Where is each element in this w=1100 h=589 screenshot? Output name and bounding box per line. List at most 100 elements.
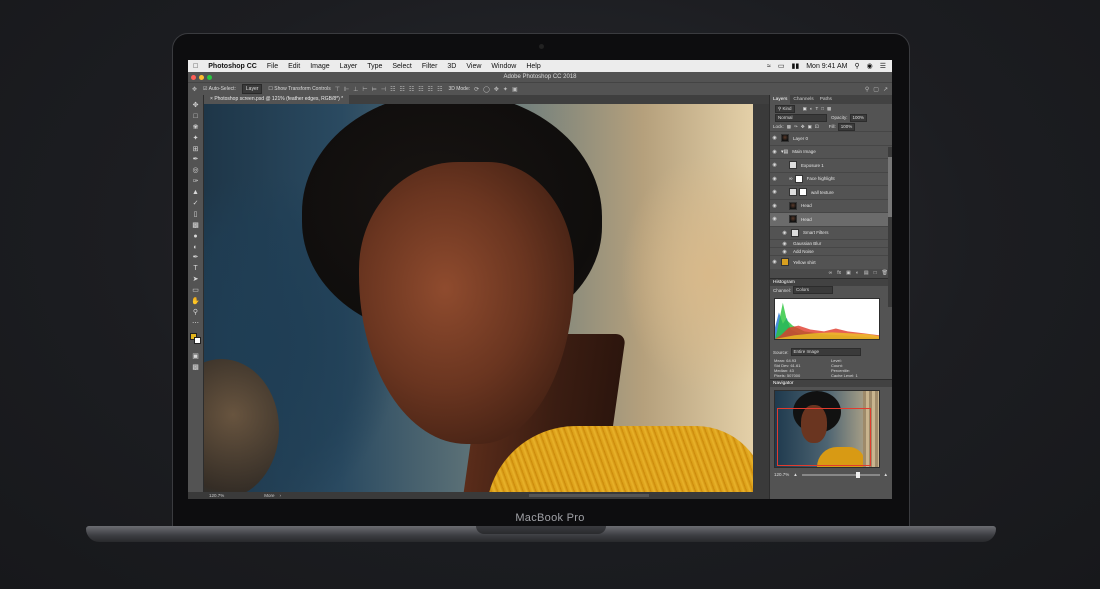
search-icon[interactable]: ⚲ <box>865 86 869 93</box>
type-tool-icon[interactable]: T <box>191 264 201 274</box>
lock-artboard-icon[interactable]: ▣ <box>808 124 812 130</box>
filter-type-icon[interactable]: T <box>816 106 819 111</box>
share-icon[interactable]: ↗ <box>883 86 888 93</box>
source-select[interactable]: Entire Image <box>790 348 861 356</box>
eye-icon[interactable]: ◉ <box>780 249 789 255</box>
layer-row[interactable]: ◉ wall texture <box>770 185 892 199</box>
opacity-input[interactable]: 100% <box>849 113 868 122</box>
blur-tool-icon[interactable]: ● <box>191 232 201 242</box>
blend-mode-select[interactable]: Normal <box>775 113 827 122</box>
lock-all-icon[interactable]: ⚀ <box>815 124 819 130</box>
gradient-tool-icon[interactable]: ▩ <box>191 221 201 231</box>
rectangle-tool-icon[interactable]: ▭ <box>191 286 201 296</box>
eye-icon[interactable]: ◉ <box>770 259 779 265</box>
zoom-out-icon[interactable]: ▲ <box>793 472 797 477</box>
history-brush-tool-icon[interactable]: ✓ <box>191 199 201 209</box>
background-color-swatch[interactable] <box>194 336 201 344</box>
layer-kind-filter[interactable]: ⚲ Kind <box>775 104 795 113</box>
workspace-icon[interactable]: ▢ <box>873 86 879 93</box>
menu-window[interactable]: Window <box>486 63 521 70</box>
screen-mode-icon[interactable]: ▩ <box>191 363 201 373</box>
distribute-middle-icon[interactable]: ☷ <box>400 86 405 93</box>
status-more[interactable]: More <box>264 493 274 498</box>
status-arrow-icon[interactable]: › <box>280 493 282 498</box>
image-canvas[interactable] <box>204 104 753 493</box>
quick-select-tool-icon[interactable]: ✦ <box>191 134 201 144</box>
path-select-tool-icon[interactable]: ➤ <box>191 275 201 285</box>
filter-shape-icon[interactable]: □ <box>821 106 824 111</box>
3d-rotate-icon[interactable]: ⟳ <box>474 86 479 93</box>
align-left-icon[interactable]: ⊢ <box>362 86 367 93</box>
3d-slide-icon[interactable]: ✦ <box>503 86 508 93</box>
layer-row[interactable]: ◉ Exposure 1 <box>770 158 892 172</box>
layer-row[interactable]: ◉ ∞ Face highlight <box>770 171 892 186</box>
3d-scale-icon[interactable]: ▣ <box>512 86 518 93</box>
distribute-bottom-icon[interactable]: ☷ <box>409 86 414 93</box>
brush-tool-icon[interactable]: ✑ <box>191 177 201 187</box>
wifi-icon[interactable]: ≈ <box>767 63 771 70</box>
clone-stamp-tool-icon[interactable]: ▲ <box>191 188 201 198</box>
siri-icon[interactable]: ◉ <box>867 62 873 70</box>
menu-file[interactable]: File <box>262 63 283 70</box>
fx-icon[interactable]: fx <box>837 270 841 276</box>
eye-icon[interactable]: ◉ <box>770 149 779 155</box>
tab-layers[interactable]: Layers <box>770 95 791 104</box>
layer-row[interactable]: ◉ ▾▤ Main Image <box>770 144 892 159</box>
adjustment-layer-icon[interactable]: ◐ <box>856 270 859 276</box>
navigator-zoom-slider[interactable] <box>801 471 880 478</box>
eye-icon[interactable]: ◉ <box>770 216 779 222</box>
layers-scrollbar[interactable] <box>888 147 892 307</box>
menu-edit[interactable]: Edit <box>283 63 305 70</box>
layer-row[interactable]: ◉ Add Noise <box>770 247 892 255</box>
layer-row[interactable]: ◉ Gaussian Blur <box>770 239 892 247</box>
distribute-center-icon[interactable]: ☷ <box>428 86 433 93</box>
crop-tool-icon[interactable]: ⊞ <box>191 145 201 155</box>
add-mask-icon[interactable]: ▣ <box>846 270 851 276</box>
filter-smart-icon[interactable]: ▩ <box>827 106 831 112</box>
menu-image[interactable]: Image <box>305 63 334 70</box>
apple-icon[interactable]:  <box>188 63 203 70</box>
navigator-header[interactable]: Navigator <box>770 378 892 387</box>
lasso-tool-icon[interactable]: ❀ <box>191 123 201 133</box>
menu-clock[interactable]: Mon 9:41 AM <box>806 63 847 70</box>
eyedropper-tool-icon[interactable]: ✒ <box>191 155 201 165</box>
lock-position-icon[interactable]: ✥ <box>801 124 805 130</box>
eye-icon[interactable]: ◉ <box>780 230 789 236</box>
battery-icon[interactable]: ▮▮ <box>792 62 800 70</box>
transform-controls-checkbox[interactable]: ☐ Show Transform Controls <box>268 86 330 92</box>
tab-channels[interactable]: Channels <box>790 95 816 104</box>
menu-3d[interactable]: 3D <box>442 63 461 70</box>
distribute-left-icon[interactable]: ☷ <box>418 86 423 93</box>
status-zoom[interactable]: 120.7% <box>209 493 224 498</box>
navigator-preview[interactable] <box>774 389 880 468</box>
hand-tool-icon[interactable]: ✋ <box>191 297 201 307</box>
zoom-tool-icon[interactable]: ⚲ <box>191 308 201 318</box>
tab-paths[interactable]: Paths <box>817 95 835 104</box>
auto-select-checkbox[interactable]: ☑ Auto-Select: <box>203 86 236 92</box>
scrollbar-thumb[interactable] <box>888 157 892 217</box>
menu-app-name[interactable]: Photoshop CC <box>203 63 262 70</box>
distribute-right-icon[interactable]: ☷ <box>437 86 442 93</box>
eye-icon[interactable]: ◉ <box>770 176 779 182</box>
menu-view[interactable]: View <box>461 63 486 70</box>
lock-pixels-icon[interactable]: ▩ <box>787 124 791 130</box>
layer-row[interactable]: ◉ Smart Filters <box>770 225 892 240</box>
auto-select-target[interactable]: Layer <box>241 84 263 94</box>
new-group-icon[interactable]: ▤ <box>864 270 869 276</box>
eraser-tool-icon[interactable]: ▯ <box>191 210 201 220</box>
layer-row[interactable]: ◉ Layer 0 <box>770 131 892 145</box>
dodge-tool-icon[interactable]: ◐ <box>191 243 201 253</box>
zoom-in-icon[interactable]: ▲ <box>884 472 888 477</box>
layer-row-selected[interactable]: ◉ Head <box>770 212 892 226</box>
list-icon[interactable]: ☰ <box>880 62 886 70</box>
color-swatches[interactable] <box>190 332 201 344</box>
pen-tool-icon[interactable]: ✒ <box>191 253 201 263</box>
navigator-view-box[interactable] <box>777 407 871 466</box>
fill-input[interactable]: 100% <box>837 122 856 131</box>
menu-help[interactable]: Help <box>521 63 545 70</box>
layer-row[interactable]: ◉ Yellow shirt <box>770 255 892 269</box>
histogram-header[interactable]: Histogram <box>770 277 892 286</box>
move-tool-icon[interactable]: ✥ <box>192 86 197 93</box>
more-tools-icon[interactable]: ⋯ <box>191 319 201 329</box>
search-icon[interactable]: ⚲ <box>854 62 859 70</box>
